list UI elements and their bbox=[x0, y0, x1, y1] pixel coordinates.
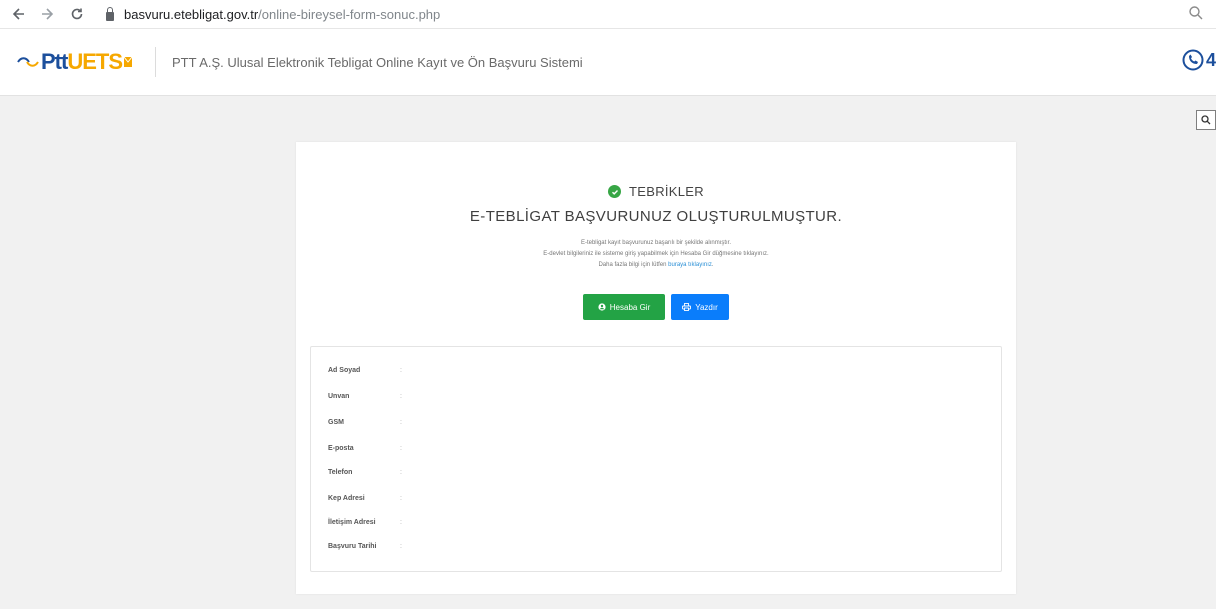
detail-row-title: Unvan: bbox=[328, 393, 402, 400]
detail-row-name: Ad Soyad: bbox=[328, 367, 402, 374]
detail-label: Ad Soyad bbox=[328, 367, 361, 374]
detail-separator: : bbox=[400, 445, 402, 452]
detail-row-phone: Telefon: bbox=[328, 469, 402, 476]
detail-label: Telefon bbox=[328, 469, 353, 476]
result-card: TEBRİKLER E-TEBLİGAT BAŞVURUNUZ OLUŞTURU… bbox=[296, 142, 1016, 594]
detail-row-application-date: Başvuru Tarihi: bbox=[328, 543, 402, 550]
reload-button[interactable] bbox=[66, 3, 88, 25]
detail-row-kep-address: Kep Adresi: bbox=[328, 495, 402, 502]
detail-row-gsm: GSM: bbox=[328, 419, 402, 426]
detail-separator: : bbox=[400, 419, 402, 426]
success-heading: TEBRİKLER bbox=[296, 184, 1016, 199]
success-title: TEBRİKLER bbox=[629, 184, 704, 199]
login-button[interactable]: Hesaba Gir bbox=[583, 294, 665, 320]
browser-toolbar: basvuru.etebligat.gov.tr/online-bireysel… bbox=[0, 0, 1216, 28]
printer-icon bbox=[682, 303, 692, 311]
detail-label: E-posta bbox=[328, 445, 354, 452]
envelope-icon bbox=[123, 56, 133, 67]
more-info-link[interactable]: buraya tıklayınız bbox=[668, 262, 712, 268]
ptt-uets-logo[interactable]: Ptt UETS bbox=[16, 42, 133, 82]
reload-icon bbox=[71, 8, 83, 20]
forward-button[interactable] bbox=[36, 3, 58, 25]
swirl-icon bbox=[17, 57, 39, 67]
url-path: /online-bireysel-form-sonuc.php bbox=[258, 6, 441, 22]
arrow-left-icon bbox=[12, 8, 24, 20]
phone-contact[interactable]: 4 bbox=[1182, 49, 1216, 71]
info-line-3-suffix: . bbox=[711, 262, 714, 268]
site-header: Ptt UETS PTT A.Ş. Ulusal Elektronik Tebli… bbox=[0, 28, 1216, 96]
detail-separator: : bbox=[400, 519, 402, 526]
login-button-label: Hesaba Gir bbox=[609, 302, 651, 312]
url-host: basvuru.etebligat.gov.tr bbox=[124, 6, 259, 22]
address-bar[interactable]: basvuru.etebligat.gov.tr/online-bireysel… bbox=[106, 3, 440, 25]
detail-row-contact-address: İletişim Adresi: bbox=[328, 519, 402, 526]
logo-uets-text: UETS bbox=[67, 49, 123, 74]
info-text: E-tebligat kayıt başvurunuz başarılı bir… bbox=[296, 238, 1016, 271]
detail-separator: : bbox=[400, 367, 402, 374]
print-button[interactable]: Yazdır bbox=[671, 294, 729, 320]
detail-label: GSM bbox=[328, 419, 344, 426]
detail-label: İletişim Adresi bbox=[328, 519, 376, 526]
detail-label: Kep Adresi bbox=[328, 495, 365, 502]
detail-separator: : bbox=[400, 469, 402, 476]
applicant-details-panel: Ad Soyad: Unvan: GSM: E-posta: Telefon: … bbox=[310, 346, 1002, 572]
detail-separator: : bbox=[400, 495, 402, 502]
info-line-1: E-tebligat kayıt başvurunuz başarılı bir… bbox=[580, 240, 732, 246]
print-button-label: Yazdır bbox=[695, 302, 718, 312]
lock-icon bbox=[106, 6, 114, 21]
header-divider bbox=[155, 47, 157, 77]
phone-icon bbox=[1182, 49, 1204, 71]
search-icon bbox=[1201, 115, 1211, 125]
arrow-right-icon bbox=[42, 8, 54, 20]
search-toggle-button[interactable] bbox=[1196, 110, 1216, 130]
detail-separator: : bbox=[400, 543, 402, 550]
user-circle-icon bbox=[598, 303, 606, 311]
check-circle-icon bbox=[608, 185, 622, 198]
info-line-3-prefix: Daha fazla bilgi için lütfen bbox=[598, 262, 669, 268]
back-button[interactable] bbox=[8, 3, 30, 25]
phone-number: 4 bbox=[1205, 49, 1216, 70]
info-line-2: E-devlet bilgileriniz ile sisteme giriş … bbox=[543, 251, 769, 257]
success-subtitle: E-TEBLİGAT BAŞVURUNUZ OLUŞTURULMUŞTUR. bbox=[469, 208, 843, 225]
detail-row-email: E-posta: bbox=[328, 445, 402, 452]
detail-label: Unvan bbox=[328, 393, 350, 400]
info-line-3: Daha fazla bilgi için lütfen buraya tıkl… bbox=[296, 260, 1016, 271]
detail-separator: : bbox=[400, 393, 402, 400]
detail-label: Başvuru Tarihi bbox=[328, 543, 377, 550]
logo-ptt-text: Ptt bbox=[41, 49, 68, 74]
action-buttons: Hesaba Gir Yazdır bbox=[296, 294, 1016, 320]
zoom-icon[interactable] bbox=[1188, 5, 1204, 21]
site-title: PTT A.Ş. Ulusal Elektronik Tebligat Onli… bbox=[172, 54, 583, 70]
